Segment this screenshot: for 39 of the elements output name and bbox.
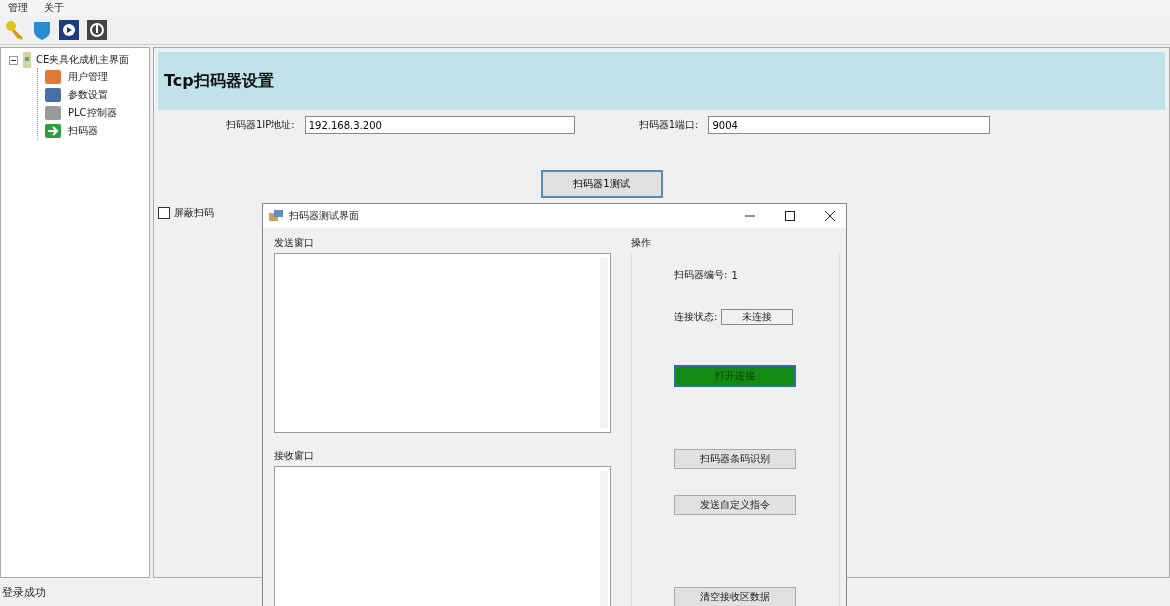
- page-title: Tcp扫码器设置: [164, 70, 274, 92]
- tree-item[interactable]: PLC控制器: [68, 106, 117, 120]
- connection-status: 未连接: [721, 309, 794, 325]
- node-icon: [44, 87, 62, 103]
- status-text: 登录成功: [2, 584, 46, 600]
- group-label: 发送窗口: [274, 236, 315, 250]
- number-value: 1: [731, 269, 738, 281]
- input-field[interactable]: 192.168.3.200: [304, 116, 575, 134]
- number-label: 扫码器编号:: [674, 268, 728, 282]
- maximize-icon[interactable]: [784, 210, 796, 222]
- tree-item[interactable]: 用户管理: [68, 70, 108, 84]
- field-label: 扫码器1IP地址:: [226, 118, 295, 132]
- node-icon: [44, 69, 62, 85]
- action-button[interactable]: 清空接收区数据: [674, 587, 796, 606]
- action-button[interactable]: 发送自定义指令: [674, 495, 796, 515]
- input-field[interactable]: 9004: [708, 116, 991, 134]
- tree-item[interactable]: 扫码器: [68, 124, 98, 138]
- device-icon: [22, 52, 32, 68]
- field-label: 扫码器1端口:: [638, 118, 699, 132]
- arrow-icon: [44, 123, 62, 139]
- window-title: 扫码器测试界面: [289, 209, 359, 223]
- node-icon: [44, 105, 62, 121]
- collapse-icon[interactable]: [9, 55, 18, 65]
- action-button[interactable]: 扫码器条码识别: [674, 449, 796, 469]
- tree-item[interactable]: 参数设置: [68, 88, 108, 102]
- play-icon[interactable]: [58, 19, 80, 41]
- shield-icon[interactable]: [32, 19, 52, 41]
- menu-item[interactable]: 管理: [8, 1, 28, 15]
- close-icon[interactable]: [824, 210, 836, 222]
- group-label: 接收窗口: [274, 449, 315, 463]
- test-button[interactable]: 扫码器1测试: [540, 170, 663, 198]
- checkbox[interactable]: [158, 207, 170, 219]
- status-label: 连接状态:: [674, 310, 718, 324]
- group-label: 操作: [631, 236, 652, 250]
- app-icon: [269, 210, 283, 222]
- power-icon[interactable]: [86, 19, 108, 41]
- menu-item[interactable]: 关于: [44, 1, 64, 15]
- tree-item[interactable]: CE夹具化成机主界面: [36, 53, 130, 67]
- checkbox-label: 屏蔽扫码: [174, 206, 214, 220]
